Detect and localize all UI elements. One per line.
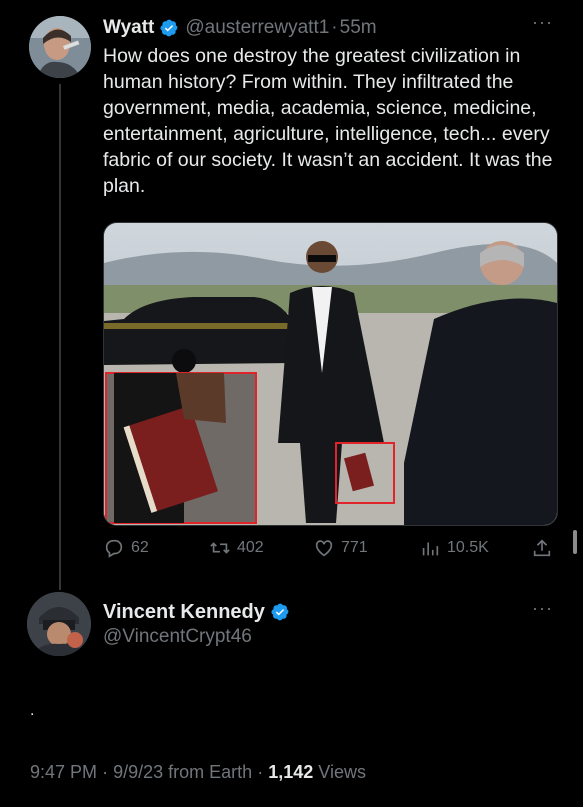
separator-dot: · (331, 17, 338, 38)
author-handle[interactable]: @austerrewyatt1 (185, 17, 329, 39)
like-icon (315, 540, 333, 557)
scrollbar[interactable] (573, 530, 577, 554)
share-button[interactable] (531, 534, 559, 562)
reply-button[interactable]: 62 (103, 534, 149, 562)
reply-text: . (30, 702, 35, 719)
like-count: 771 (341, 539, 368, 556)
reply-count: 62 (131, 539, 149, 556)
more-icon[interactable]: ··· (532, 598, 553, 619)
retweet-icon (210, 542, 230, 554)
reply-author-name[interactable]: Vincent Kennedy (103, 601, 265, 624)
tweet-text: How does one destroy the greatest civili… (103, 45, 553, 197)
tweet-photo[interactable] (103, 222, 558, 526)
reply-date[interactable]: 9/9/23 (113, 762, 163, 782)
separator-dot: · (257, 762, 264, 782)
share-icon (533, 539, 551, 557)
reply-author-handle[interactable]: @VincentCrypt46 (103, 626, 252, 648)
like-button[interactable]: 771 (313, 534, 368, 562)
separator-dot: · (102, 762, 109, 782)
avatar[interactable] (29, 16, 91, 78)
more-icon[interactable]: ··· (532, 12, 553, 33)
thread-line (59, 84, 61, 590)
views-count: 10.5K (447, 539, 489, 556)
reply-header: Vincent Kennedy (103, 598, 296, 626)
reply-views-count[interactable]: 1,142 (268, 762, 313, 782)
avatar[interactable] (27, 592, 91, 656)
retweet-count: 402 (237, 539, 264, 556)
action-bar: 62 402 771 10.5K (103, 534, 558, 562)
views-button[interactable]: 10.5K (419, 534, 489, 562)
tweet-header: Wyatt @austerrewyatt1 · 55m (103, 14, 543, 42)
verified-badge-icon (159, 18, 179, 38)
reply-meta: 9:47 PM · 9/9/23 from Earth · 1,142 View… (30, 762, 366, 783)
views-icon (422, 542, 439, 556)
reply-time[interactable]: 9:47 PM (30, 762, 97, 782)
timestamp[interactable]: 55m (340, 17, 377, 39)
reply-source: from Earth (168, 762, 253, 782)
reply-views-label: Views (318, 762, 366, 782)
author-name[interactable]: Wyatt (103, 17, 154, 39)
verified-badge-icon (270, 602, 290, 622)
reply-icon (105, 539, 123, 558)
retweet-button[interactable]: 402 (209, 534, 264, 562)
